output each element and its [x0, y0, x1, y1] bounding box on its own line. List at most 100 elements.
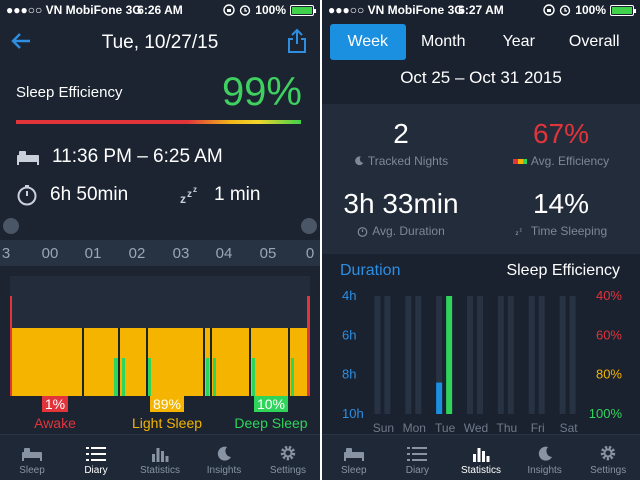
tab-label: Settings [269, 465, 307, 476]
hour-label: 03 [172, 245, 190, 262]
alarm-icon [240, 5, 251, 16]
gear-icon [280, 445, 296, 461]
tab-label: Sleep [341, 465, 367, 476]
tab-diary[interactable]: Diary [64, 435, 128, 480]
awake-percent: 1% [41, 396, 69, 412]
tab-insights[interactable]: Insights [192, 435, 256, 480]
moon-icon [355, 156, 364, 166]
light-sleep-percent: 89% [149, 396, 185, 412]
light-sleep-label: Light Sleep [131, 415, 203, 431]
day-label: Wed [464, 421, 488, 434]
status-bar: ●●●○○ VN MobiFone 3G 6:26 AM 100% [0, 0, 320, 20]
weekly-chart[interactable]: Sun Mon Tue Wed Thu Fri Sat 4h 6h 8h 10h 40% 60% 80% 1… [322, 286, 640, 434]
tab-settings[interactable]: Settings [576, 435, 640, 480]
segment-year[interactable]: Year [481, 24, 557, 60]
time-sleeping-value: 14% [532, 188, 590, 219]
efficiency-header[interactable]: Sleep Efficiency [506, 262, 620, 280]
gap-segment [118, 328, 120, 396]
sleep-timeline: 3 00 01 02 03 04 05 0 1% Awake 89% Light… [0, 216, 320, 442]
tab-settings[interactable]: Settings [256, 435, 320, 480]
deep-sleep-segment [291, 358, 294, 396]
tab-sleep[interactable]: Sleep [322, 435, 386, 480]
tab-label: Insights [206, 465, 242, 476]
list-icon [407, 447, 428, 461]
battery-icon [610, 4, 636, 16]
day-column [405, 296, 412, 414]
avg-efficiency-stat: 67% Avg. Efficiency [486, 118, 636, 168]
tab-sleep[interactable]: Sleep [0, 435, 64, 480]
duration-row: 6h 50min [16, 184, 128, 206]
status-bar: ●●●○○ VN MobiFone 3G 6:27 AM 100% [322, 0, 640, 20]
day-column [569, 296, 576, 414]
alarm-icon [560, 5, 571, 16]
awake-segment [10, 296, 12, 396]
avg-duration-label: Avg. Duration [372, 224, 445, 238]
tab-diary[interactable]: Diary [386, 435, 450, 480]
sleep-phase-graph[interactable] [10, 276, 310, 396]
deep-sleep-segment [122, 358, 125, 396]
snooze-icon: zz [515, 228, 522, 237]
sleep-start-icon [3, 218, 19, 234]
day-column [559, 296, 566, 414]
deep-sleep-segment [252, 358, 255, 396]
hour-label: 04 [215, 245, 233, 262]
tracked-nights-stat: 2 Tracked Nights [326, 118, 476, 168]
light-sleep-block [12, 328, 308, 396]
hour-label: 3 [1, 245, 11, 262]
wake-value: 1 min [214, 184, 261, 205]
day-column [467, 296, 473, 414]
day-column [528, 296, 535, 414]
efficiency-tick-label: 80% [596, 367, 622, 382]
segment-overall[interactable]: Overall [557, 24, 633, 60]
diary-header: Tue, 10/27/15 [0, 20, 320, 66]
efficiency-value: 99% [221, 70, 302, 114]
awake-segment [307, 296, 310, 396]
statistics-screen: ●●●○○ VN MobiFone 3G 6:27 AM 100% Week M… [322, 0, 640, 480]
lock-rotation-icon [223, 4, 235, 16]
deep-sleep-segment [114, 358, 118, 396]
list-icon [86, 447, 106, 461]
avg-duration-value: 3h 33min [343, 188, 459, 219]
deep-sleep-segment [148, 358, 151, 396]
stats-panel: 2 Tracked Nights 67% Avg. Efficiency 3h … [322, 104, 640, 254]
hour-axis: 3 00 01 02 03 04 05 0 [0, 240, 320, 266]
svg-text:z: z [515, 231, 518, 236]
efficiency-tick-label: 100% [589, 406, 623, 421]
day-label: Sat [560, 421, 579, 434]
duration-tick-label: 8h [342, 367, 356, 382]
day-column [477, 296, 483, 414]
duration-value: 6h 50min [50, 184, 129, 205]
duration-header[interactable]: Duration [340, 262, 400, 280]
deep-sleep-legend: 10% Deep Sleep [226, 396, 316, 431]
gap-segment [82, 328, 84, 396]
hour-label: 00 [41, 245, 59, 262]
day-column [497, 296, 504, 414]
light-sleep-legend: 89% Light Sleep [122, 396, 212, 431]
svg-text:z: z [187, 189, 192, 200]
snooze-icon: zzz [180, 185, 197, 205]
gap-segment [146, 328, 148, 396]
deep-sleep-segment [206, 358, 209, 396]
moon-icon [538, 446, 552, 461]
deep-sleep-percent: 10% [253, 396, 289, 412]
day-column [415, 296, 422, 414]
day-label: Thu [497, 421, 518, 434]
efficiency-gradient-bar [16, 120, 301, 124]
wake-row: zzz 1 min [180, 184, 260, 206]
bar-chart-icon [472, 448, 490, 462]
bed-icon [343, 448, 364, 461]
day-column [384, 296, 391, 414]
tab-insights[interactable]: Insights [513, 435, 577, 480]
day-label: Mon [403, 421, 426, 434]
segment-week[interactable]: Week [330, 24, 406, 60]
tab-statistics[interactable]: Statistics [449, 435, 513, 480]
stopwatch-icon [357, 226, 368, 237]
duration-tick-label: 10h [342, 406, 364, 421]
tab-label: Statistics [460, 465, 501, 476]
diary-screen: ●●●○○ VN MobiFone 3G 6:26 AM 100% Tue, 1… [0, 0, 320, 480]
share-icon[interactable] [286, 28, 308, 54]
tab-statistics[interactable]: Statistics [128, 435, 192, 480]
segment-month[interactable]: Month [406, 24, 482, 60]
day-column [507, 296, 514, 414]
efficiency-gradient-icon [512, 158, 527, 164]
